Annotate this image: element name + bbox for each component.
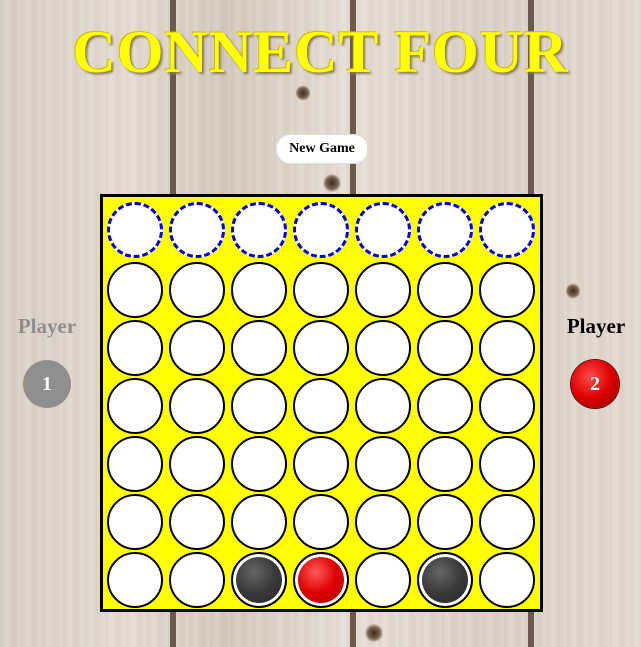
board-cell[interactable] [417,320,473,376]
wood-knot [566,282,580,300]
player-1-number: 1 [42,372,52,395]
drop-slot-col-7[interactable] [479,202,535,258]
board-cell[interactable] [293,436,349,492]
board-cell[interactable] [355,378,411,434]
board-cell[interactable] [107,494,163,550]
board-cell[interactable] [231,436,287,492]
drop-slot-col-6[interactable] [417,202,473,258]
board-cell[interactable] [107,436,163,492]
board-cell[interactable] [479,552,535,608]
board-cell[interactable] [293,378,349,434]
drop-slot-col-5[interactable] [355,202,411,258]
game-board [100,194,543,612]
board-cell[interactable] [479,378,535,434]
wood-knot [364,624,384,642]
board-cell[interactable] [479,320,535,376]
board-cell[interactable] [169,378,225,434]
red-disc[interactable] [293,552,349,608]
board-cell[interactable] [479,436,535,492]
board-cell[interactable] [169,494,225,550]
board-cell[interactable] [107,378,163,434]
board-cell[interactable] [355,494,411,550]
board-cell[interactable] [417,494,473,550]
board-cell[interactable] [169,320,225,376]
board-cell[interactable] [417,378,473,434]
board-cell[interactable] [293,262,349,318]
player-1-disc: 1 [23,360,71,408]
board-cell[interactable] [417,262,473,318]
drop-slot-col-3[interactable] [231,202,287,258]
board-cell[interactable] [169,552,225,608]
board-cell[interactable] [231,320,287,376]
board-cell[interactable] [355,320,411,376]
board-cell[interactable] [107,320,163,376]
wood-knot [323,173,341,193]
player-1-label: Player [17,314,77,338]
drop-slot-col-4[interactable] [293,202,349,258]
drop-slot-col-1[interactable] [107,202,163,258]
black-disc[interactable] [231,552,287,608]
drop-slot-col-2[interactable] [169,202,225,258]
board-cell[interactable] [231,494,287,550]
board-cell[interactable] [417,436,473,492]
new-game-button[interactable]: New Game [276,134,368,164]
board-cell[interactable] [231,262,287,318]
board-cell[interactable] [479,262,535,318]
board-cell[interactable] [231,378,287,434]
board-cell[interactable] [293,320,349,376]
board-cell[interactable] [479,494,535,550]
board-cell[interactable] [355,436,411,492]
board-cell[interactable] [355,262,411,318]
page-title: CONNECT FOUR [72,19,569,85]
player-2-label: Player [566,314,626,338]
player-2-disc: 2 [571,360,619,408]
board-cell[interactable] [107,262,163,318]
board-cell[interactable] [169,436,225,492]
board-cell[interactable] [355,552,411,608]
board-cell[interactable] [293,494,349,550]
player-2-number: 2 [590,372,600,395]
board-cell[interactable] [169,262,225,318]
black-disc[interactable] [417,552,473,608]
board-cell[interactable] [107,552,163,608]
